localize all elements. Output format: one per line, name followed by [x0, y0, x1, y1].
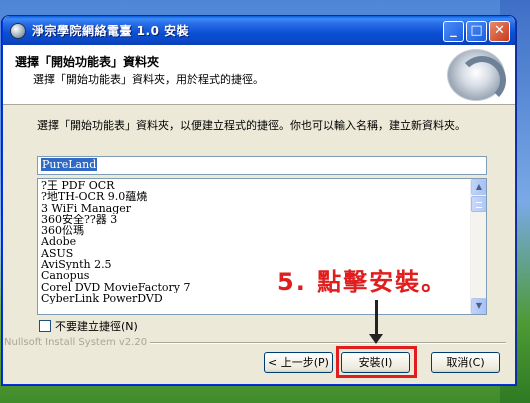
title-bar: 淨宗學院網絡電臺 1.0 安裝 _ □ ✕	[3, 16, 515, 45]
no-shortcuts-option[interactable]: 不要建立捷徑(N)	[39, 318, 138, 334]
install-highlight-box	[336, 346, 417, 378]
vertical-scrollbar[interactable]: ▲ ▼	[470, 179, 486, 314]
start-menu-folder-input[interactable]: PureLand	[37, 156, 487, 175]
list-item[interactable]: 360安全??器 3	[41, 214, 466, 225]
list-item[interactable]: ASUS	[41, 248, 466, 259]
no-shortcuts-label: 不要建立捷徑(N)	[55, 320, 138, 333]
minimize-button[interactable]: _	[443, 21, 464, 42]
annotation-arrow	[375, 300, 378, 338]
back-button[interactable]: < 上一步(P)	[264, 352, 333, 373]
window-title: 淨宗學院網絡電臺 1.0 安裝	[32, 24, 190, 38]
cancel-button[interactable]: 取消(C)	[431, 352, 500, 373]
folder-input-value: PureLand	[41, 158, 98, 171]
installer-logo-icon	[447, 49, 506, 104]
minimize-icon: _	[450, 23, 457, 38]
page-subtitle: 選擇「開始功能表」資料夾，用於程式的捷徑。	[33, 73, 264, 86]
list-item[interactable]: 3 WiFi Manager	[41, 203, 466, 214]
close-icon: ✕	[494, 23, 505, 38]
page-header: 選擇「開始功能表」資料夾 選擇「開始功能表」資料夾，用於程式的捷徑。	[3, 45, 515, 105]
instruction-annotation: 5. 點擊安裝。	[277, 268, 448, 296]
footer-divider	[150, 342, 506, 344]
list-item[interactable]: ?地TH-OCR 9.0蘊燒	[41, 191, 466, 202]
chevron-down-icon: ▼	[475, 301, 483, 310]
maximize-icon: □	[470, 23, 483, 38]
setup-disc-icon	[10, 22, 26, 39]
nsis-branding: Nullsoft Install System v2.20	[4, 337, 148, 348]
page-title: 選擇「開始功能表」資料夾	[15, 55, 160, 69]
no-shortcuts-checkbox[interactable]	[39, 320, 51, 332]
scroll-up-button[interactable]: ▲	[471, 179, 486, 195]
list-item[interactable]: 360伀瑪	[41, 225, 466, 236]
arrow-down-icon	[369, 334, 383, 344]
scroll-down-button[interactable]: ▼	[471, 298, 486, 314]
maximize-button[interactable]: □	[466, 21, 487, 42]
instruction-text: 選擇「開始功能表」資料夾，以便建立程式的捷徑。你也可以輸入名稱，建立新資料夾。	[37, 119, 466, 132]
list-item[interactable]: Adobe	[41, 236, 466, 247]
scroll-thumb[interactable]	[471, 196, 486, 212]
list-item[interactable]: ?王 PDF OCR	[41, 180, 466, 191]
chevron-up-icon: ▲	[475, 182, 483, 191]
close-button[interactable]: ✕	[489, 21, 510, 42]
